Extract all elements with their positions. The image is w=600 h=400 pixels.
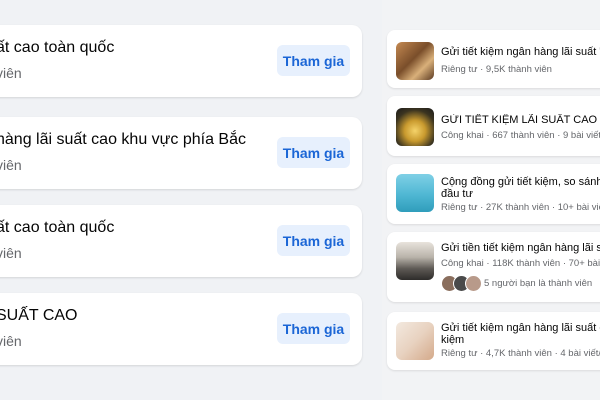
group-meta: Riêng tư · 27K thành viên · 10+ bài viết: [441, 202, 600, 213]
group-thumbnail[interactable]: [396, 174, 434, 212]
left-group-list: ất cao toàn quốc viên Tham gia hàng lãi …: [0, 0, 368, 400]
group-card[interactable]: ất cao toàn quốc viên Tham gia: [0, 205, 362, 277]
group-suggestion-card[interactable]: Gửi tiết kiệm ngân hàng lãi suất c kiệm …: [387, 312, 600, 370]
join-button[interactable]: Tham gia: [277, 45, 350, 76]
group-meta: Công khai · 667 thành viên · 9 bài viết/: [441, 130, 600, 141]
group-members: viên: [0, 157, 22, 173]
group-members: viên: [0, 65, 22, 81]
group-title[interactable]: Gửi tiết kiệm ngân hàng lãi suất "C: [441, 46, 600, 59]
group-title[interactable]: SUẤT CAO: [0, 307, 78, 325]
group-title[interactable]: hàng lãi suất cao khu vực phía Bắc: [0, 131, 246, 149]
group-title-cont[interactable]: kiệm: [441, 334, 600, 347]
group-title[interactable]: GỬI TIẾT KIỆM LÃI SUẤT CAO: [441, 114, 600, 127]
group-meta: Riêng tư · 9,5K thành viên: [441, 64, 552, 75]
group-suggestion-card[interactable]: Gửi tiền tiết kiệm ngân hàng lãi su Công…: [387, 232, 600, 302]
group-suggestion-card[interactable]: GỬI TIẾT KIỆM LÃI SUẤT CAO Công khai · 6…: [387, 96, 600, 156]
group-suggestion-card[interactable]: Cộng đồng gửi tiết kiệm, so sánh l đầu t…: [387, 164, 600, 224]
friend-avatars: [441, 275, 482, 292]
group-meta: Công khai · 118K thành viên · 70+ bài v: [441, 258, 600, 269]
group-thumbnail[interactable]: [396, 108, 434, 146]
join-button[interactable]: Tham gia: [277, 225, 350, 256]
group-thumbnail[interactable]: [396, 242, 434, 280]
group-thumbnail[interactable]: [396, 42, 434, 80]
pane-gap: [368, 0, 382, 400]
group-thumbnail[interactable]: [396, 322, 434, 360]
friends-members: 5 người bạn là thành viên: [484, 278, 593, 289]
join-button[interactable]: Tham gia: [277, 137, 350, 168]
group-card[interactable]: SUẤT CAO viên Tham gia: [0, 293, 362, 365]
group-meta: Riêng tư · 4,7K thành viên · 4 bài viết/: [441, 348, 600, 359]
group-members: viên: [0, 333, 22, 349]
group-title[interactable]: ất cao toàn quốc: [0, 219, 114, 237]
group-title-cont[interactable]: đầu tư: [441, 188, 600, 201]
group-card[interactable]: ất cao toàn quốc viên Tham gia: [0, 25, 362, 97]
group-card[interactable]: hàng lãi suất cao khu vực phía Bắc viên …: [0, 117, 362, 189]
right-group-list: Gửi tiết kiệm ngân hàng lãi suất "C Riên…: [382, 0, 600, 400]
group-title[interactable]: Gửi tiền tiết kiệm ngân hàng lãi su: [441, 242, 600, 255]
avatar: [465, 275, 482, 292]
join-button[interactable]: Tham gia: [277, 313, 350, 344]
group-suggestion-card[interactable]: Gửi tiết kiệm ngân hàng lãi suất "C Riên…: [387, 30, 600, 88]
group-members: viên: [0, 245, 22, 261]
group-title[interactable]: ất cao toàn quốc: [0, 39, 114, 57]
